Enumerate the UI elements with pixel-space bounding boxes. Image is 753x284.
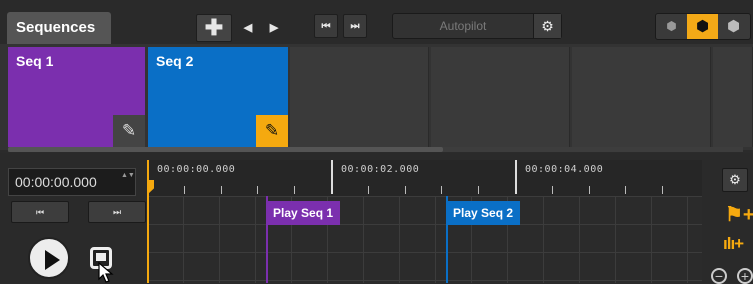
ruler-major-tick bbox=[331, 160, 333, 194]
marker-play-seq-1[interactable]: Play Seq 1 bbox=[266, 201, 341, 225]
timeline-lanes[interactable] bbox=[147, 196, 702, 283]
loop-icon bbox=[96, 253, 106, 261]
sequence-name: Seq 1 bbox=[16, 53, 54, 69]
ruler-minor-tick bbox=[405, 186, 406, 194]
skip-to-first-button[interactable]: ⏮ bbox=[314, 14, 338, 38]
spinner-icon[interactable]: ▲▼ bbox=[121, 170, 135, 194]
ruler-minor-tick bbox=[221, 186, 222, 194]
grid-scrollbar[interactable] bbox=[8, 147, 743, 152]
zoom-out-icon[interactable]: − bbox=[711, 268, 727, 284]
ruler-label: 00:00:00.000 bbox=[157, 164, 236, 175]
ruler-minor-tick bbox=[478, 186, 479, 194]
tab-sequences[interactable]: Sequences bbox=[7, 12, 111, 44]
view-size-switcher: ⬢ ⬢ ⬢ bbox=[655, 13, 751, 40]
ruler-minor-tick bbox=[294, 186, 295, 194]
mouse-cursor-icon bbox=[98, 262, 114, 283]
zoom-in-icon[interactable]: + bbox=[737, 268, 753, 284]
scrollbar-thumb[interactable] bbox=[8, 147, 443, 152]
playhead[interactable] bbox=[147, 160, 154, 283]
ruler-minor-tick bbox=[441, 186, 442, 194]
time-input[interactable]: 00:00:00.000 bbox=[8, 168, 136, 196]
empty-slot[interactable] bbox=[431, 47, 570, 147]
skip-to-last-button[interactable]: ⏭ bbox=[343, 14, 367, 38]
empty-slot[interactable] bbox=[713, 47, 753, 147]
ruler-major-tick bbox=[515, 160, 517, 194]
sequence-name: Seq 2 bbox=[156, 53, 194, 69]
view-large-hexagon-icon[interactable]: ⬢ bbox=[718, 14, 749, 39]
marker-play-seq-2[interactable]: Play Seq 2 bbox=[446, 201, 521, 225]
ruler-minor-tick bbox=[257, 186, 258, 194]
add-sequence-button[interactable]: ✚ bbox=[196, 14, 232, 42]
top-toolbar: Sequences ✚ ◀ ▶ ⏮ ⏭ Autopilot ⚙ ⬢ ⬢ ⬢ bbox=[0, 0, 753, 44]
autopilot-settings-gear-icon[interactable]: ⚙ bbox=[533, 14, 561, 38]
timeline-settings-gear-icon[interactable]: ⚙ bbox=[722, 168, 748, 192]
ruler-label: 00:00:04.000 bbox=[525, 164, 604, 175]
ruler-minor-tick bbox=[625, 186, 626, 194]
timeline-track[interactable]: 00:00:00.000 00:00:02.000 00:00:04.000 P… bbox=[147, 160, 702, 283]
autopilot-button[interactable]: Autopilot bbox=[393, 14, 533, 38]
add-flag-icon[interactable]: ⚑+ bbox=[725, 202, 753, 227]
pencil-icon[interactable]: ✎ bbox=[113, 115, 145, 147]
add-audio-icon[interactable]: ılı+ bbox=[723, 234, 744, 254]
ruler-minor-tick bbox=[589, 186, 590, 194]
empty-slot[interactable] bbox=[572, 47, 711, 147]
sequence-card-seq-2[interactable]: Seq 2 ✎ bbox=[148, 47, 288, 147]
play-button[interactable] bbox=[28, 237, 70, 279]
empty-slot[interactable] bbox=[290, 47, 429, 147]
pencil-icon[interactable]: ✎ bbox=[256, 115, 288, 147]
play-icon bbox=[45, 250, 60, 270]
next-icon[interactable]: ▶ bbox=[264, 14, 284, 42]
skip-to-start-button[interactable]: ⏮ bbox=[11, 201, 69, 223]
sequence-grid: Seq 1 ✎ Seq 2 ✎ bbox=[0, 44, 753, 150]
timeline-tools: ⚙ ⚑+ ılı+ − + bbox=[703, 160, 753, 284]
time-ruler[interactable]: 00:00:00.000 00:00:02.000 00:00:04.000 bbox=[147, 160, 702, 196]
ruler-label: 00:00:02.000 bbox=[341, 164, 420, 175]
ruler-minor-tick bbox=[184, 186, 185, 194]
autopilot-control: Autopilot ⚙ bbox=[392, 13, 562, 39]
ruler-minor-tick bbox=[552, 186, 553, 194]
skip-to-end-button[interactable]: ⏭ bbox=[88, 201, 146, 223]
previous-icon[interactable]: ◀ bbox=[238, 14, 258, 42]
view-small-hexagon-icon[interactable]: ⬢ bbox=[656, 14, 687, 39]
sequence-card-seq-1[interactable]: Seq 1 ✎ bbox=[8, 47, 145, 147]
ruler-minor-tick bbox=[368, 186, 369, 194]
ruler-minor-tick bbox=[662, 186, 663, 194]
view-medium-hexagon-icon[interactable]: ⬢ bbox=[687, 14, 718, 39]
